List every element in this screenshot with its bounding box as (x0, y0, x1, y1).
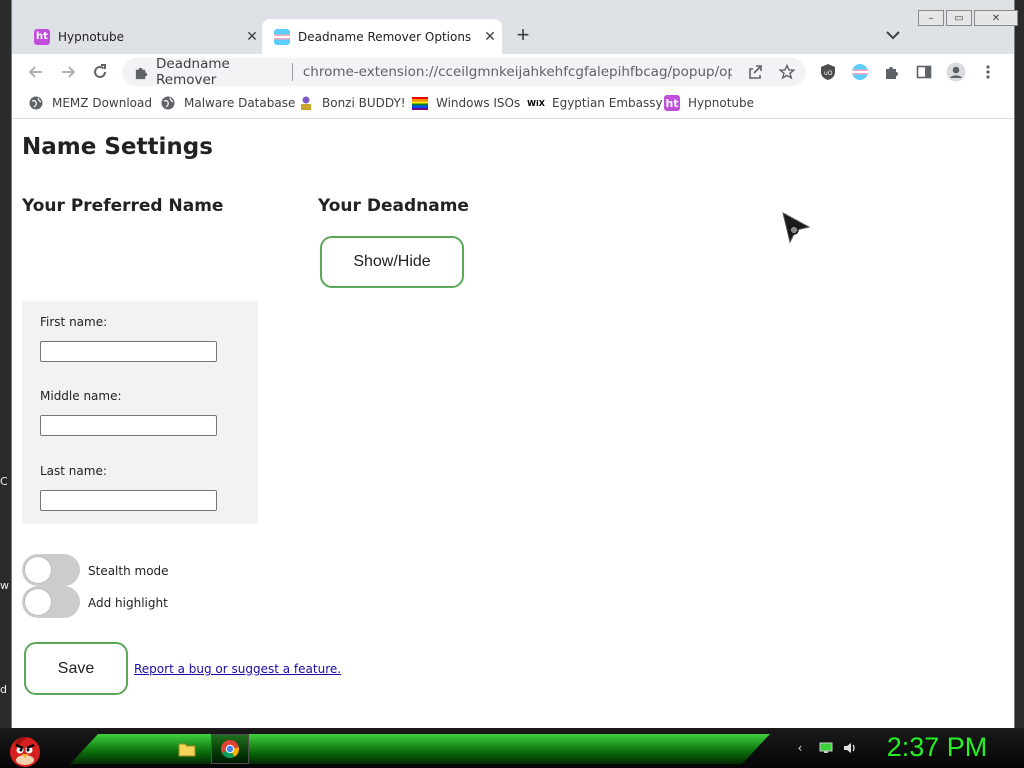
back-icon[interactable] (26, 62, 46, 82)
hypnotube-favicon: ht (664, 95, 680, 111)
bonzi-icon (298, 95, 314, 111)
bookmark-memz-download[interactable]: MEMZ Download (28, 95, 152, 111)
desktop-icon-label-fragment: C (0, 475, 8, 488)
star-icon[interactable] (778, 63, 796, 81)
angry-bird-start-icon[interactable] (6, 730, 44, 768)
page-title: Name Settings (22, 134, 213, 160)
minimize-button[interactable]: – (918, 10, 944, 26)
trans-flag-favicon (274, 28, 290, 45)
extension-name: Deadname Remover (156, 56, 230, 88)
url-text[interactable]: chrome-extension://cceilgmnkeijahkehfcgf… (303, 64, 732, 80)
close-icon[interactable]: ✕ (482, 29, 498, 45)
reload-icon[interactable] (90, 62, 110, 82)
tab-title: Hypnotube (58, 29, 124, 44)
wix-icon: WiX (527, 98, 545, 108)
tab-hypnotube[interactable]: ht Hypnotube ✕ (22, 19, 264, 54)
svg-text:uO: uO (824, 70, 833, 77)
hypnotube-favicon: ht (34, 28, 50, 45)
globe-icon (160, 95, 176, 111)
toggle-knob (25, 589, 51, 615)
chrome-icon (221, 740, 240, 759)
bookmark-hypnotube[interactable]: ht Hypnotube (664, 95, 754, 111)
globe-icon (28, 95, 44, 111)
mouse-cursor-icon (782, 212, 811, 244)
deadname-heading: Your Deadname (318, 196, 469, 216)
toggle-knob (25, 557, 51, 583)
taskbar-clock[interactable]: 2:37 PM (872, 732, 1002, 763)
kebab-menu-icon[interactable] (978, 62, 998, 82)
extensions-puzzle-icon[interactable] (882, 62, 902, 82)
desktop-icon-label-fragment: d (0, 683, 7, 696)
bookmark-label: Hypnotube (688, 96, 754, 110)
add-highlight-toggle[interactable] (22, 586, 80, 618)
divider (291, 63, 293, 81)
file-explorer-taskbar-button[interactable] (168, 734, 206, 764)
last-name-input[interactable] (40, 490, 217, 511)
share-icon[interactable] (746, 63, 764, 81)
middle-name-label: Middle name: (40, 389, 122, 403)
volume-icon[interactable] (842, 740, 858, 756)
save-button[interactable]: Save (24, 642, 128, 695)
maximize-button[interactable]: ▭ (946, 10, 972, 26)
stealth-mode-label: Stealth mode (88, 564, 169, 578)
add-highlight-label: Add highlight (88, 596, 168, 610)
last-name-label: Last name: (40, 464, 107, 478)
bookmark-label: Egyptian Embassy (552, 96, 663, 110)
profile-avatar-icon[interactable] (946, 62, 966, 82)
first-name-label: First name: (40, 315, 108, 329)
chrome-taskbar-button[interactable] (211, 734, 249, 764)
middle-name-input[interactable] (40, 415, 217, 436)
preferred-name-form: First name: Middle name: Last name: (22, 301, 258, 524)
trans-flag-extension-icon[interactable] (850, 62, 870, 82)
close-icon[interactable]: ✕ (244, 29, 260, 45)
first-name-input[interactable] (40, 341, 217, 362)
tab-title: Deadname Remover Options (298, 29, 472, 44)
tab-deadname-remover-options[interactable]: Deadname Remover Options ✕ (262, 19, 502, 54)
bookmark-label: Bonzi BUDDY! (322, 96, 406, 110)
ublock-icon[interactable]: uO (818, 62, 838, 82)
bookmark-label: Malware Database (184, 96, 296, 110)
browser-window: ht Hypnotube ✕ Deadname Remover Options … (12, 0, 1018, 728)
report-bug-link[interactable]: Report a bug or suggest a feature. (134, 662, 341, 676)
bookmarks-bar: MEMZ Download Malware Database Bonzi BUD… (12, 90, 1014, 119)
bookmark-egyptian-embassy[interactable]: WiX Egyptian Embassy (527, 95, 663, 111)
desktop-icon-label-fragment: w (0, 579, 9, 592)
address-bar[interactable]: Deadname Remover chrome-extension://ccei… (122, 56, 806, 88)
tab-strip: ht Hypnotube ✕ Deadname Remover Options … (12, 0, 1018, 54)
window-controls: – ▭ ✕ (916, 10, 1018, 26)
stealth-mode-toggle[interactable] (22, 554, 80, 586)
bookmark-label: MEMZ Download (52, 96, 152, 110)
forward-icon[interactable] (58, 62, 78, 82)
network-icon[interactable] (818, 740, 834, 756)
options-page: Name Settings Your Preferred Name Your D… (12, 122, 1014, 728)
side-panel-icon[interactable] (914, 62, 934, 82)
preferred-name-heading: Your Preferred Name (22, 196, 224, 216)
close-window-button[interactable]: ✕ (974, 10, 1018, 26)
new-tab-button[interactable]: + (512, 22, 534, 47)
rainbow-flag-icon (412, 95, 428, 111)
bookmark-label: Windows ISOs (436, 96, 521, 110)
taskbar: ‹ 2:37 PM (0, 728, 1024, 768)
show-hide-button[interactable]: Show/Hide (320, 236, 464, 288)
bookmark-windows-isos[interactable]: Windows ISOs (412, 95, 520, 111)
bookmark-bonzi-buddy[interactable]: Bonzi BUDDY! (298, 95, 406, 111)
chevron-down-icon[interactable] (884, 26, 902, 44)
browser-toolbar: Deadname Remover chrome-extension://ccei… (12, 54, 1014, 90)
folder-icon (178, 743, 196, 757)
puzzle-icon (132, 63, 150, 81)
tray-chevron-icon[interactable]: ‹ (792, 740, 808, 756)
bookmark-malware-database[interactable]: Malware Database (160, 95, 295, 111)
